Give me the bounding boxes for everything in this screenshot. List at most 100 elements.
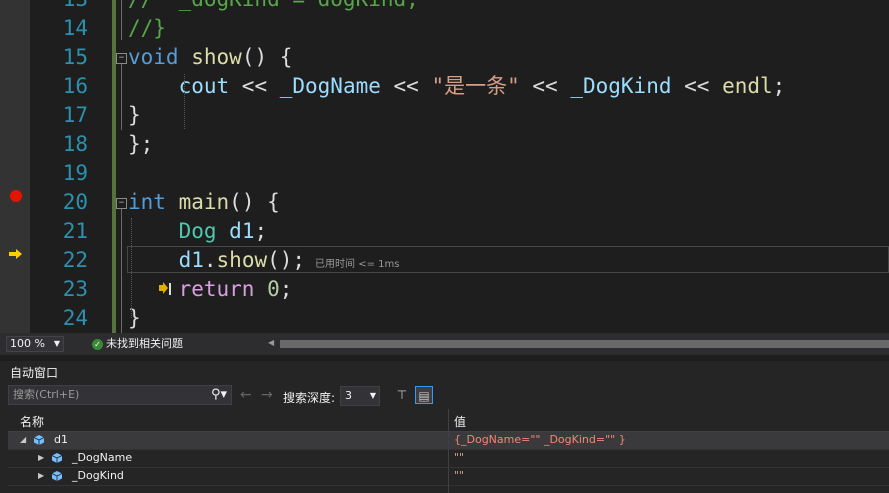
code-text: } xyxy=(128,304,141,333)
code-text: // _dogKind = dogKind; xyxy=(128,0,419,14)
scroll-left-icon[interactable]: ◀ xyxy=(268,338,274,347)
forward-arrow-icon[interactable]: → xyxy=(261,387,273,403)
zoom-value: 100 % xyxy=(10,337,45,350)
line-number: 16 xyxy=(62,74,88,98)
code-token: }; xyxy=(128,132,154,156)
search-depth-label: 搜索深度: xyxy=(283,391,336,405)
code-line[interactable]: 24} xyxy=(0,304,889,333)
code-text: }; xyxy=(128,130,153,159)
column-header-value[interactable]: 值 xyxy=(454,413,466,430)
editor-status-bar: 100 % ▼ ✓ 未找到相关问题 ◀ xyxy=(0,333,889,355)
check-circle-icon: ✓ xyxy=(92,338,103,350)
search-depth-value: 3 xyxy=(345,389,352,402)
chevron-down-icon: ▼ xyxy=(369,391,376,400)
code-token: 0 xyxy=(267,277,280,301)
code-line[interactable]: 14 //} xyxy=(0,14,889,43)
breakpoint-icon[interactable] xyxy=(10,190,22,202)
code-text: void show() { xyxy=(128,43,292,72)
variable-name: _DogKind xyxy=(72,469,124,482)
code-token: "是一条" xyxy=(431,74,520,98)
fold-guide xyxy=(121,209,122,333)
line-number: 22 xyxy=(62,248,88,272)
code-token: } xyxy=(128,103,141,127)
line-number: 23 xyxy=(62,277,88,301)
issues-indicator[interactable]: ✓ 未找到相关问题 xyxy=(92,337,183,351)
code-line[interactable]: 18}; xyxy=(0,130,889,159)
current-line-highlight xyxy=(127,246,889,273)
fold-toggle-show[interactable]: − xyxy=(116,53,127,64)
pin-icon[interactable]: ⊤ xyxy=(393,386,411,404)
code-token: _DogName xyxy=(279,74,381,98)
column-header-name[interactable]: 名称 xyxy=(20,413,44,430)
code-token: _DogKind xyxy=(570,74,672,98)
code-token: Dog xyxy=(178,219,217,243)
code-line[interactable]: 16 cout << _DogName << "是一条" << _DogKind… xyxy=(0,72,889,101)
code-token: << xyxy=(671,74,723,98)
code-token: () { xyxy=(229,190,280,214)
fold-guide xyxy=(121,64,122,130)
object-icon xyxy=(34,435,44,445)
code-text: } xyxy=(128,101,141,130)
code-token: ; xyxy=(279,277,293,301)
code-token: } xyxy=(128,306,141,330)
code-text: int main() { xyxy=(128,188,280,217)
code-token: //} xyxy=(128,16,166,40)
indent-guide xyxy=(184,74,185,129)
autos-grid: 名称 值 ◢ d1 {_DogName="" _DogKind="" } ▶ _DogN… xyxy=(8,409,889,493)
variable-value[interactable]: "" xyxy=(454,450,464,466)
search-icon[interactable]: ⚲▾ xyxy=(211,386,227,404)
line-number: 13 xyxy=(36,0,88,14)
fold-guide xyxy=(121,0,122,40)
code-token: ; xyxy=(254,219,268,243)
column-divider[interactable] xyxy=(448,409,449,493)
collapse-icon[interactable]: ◢ xyxy=(20,432,26,448)
run-to-cursor-icon[interactable] xyxy=(158,281,172,297)
search-placeholder: 搜索(Ctrl+E) xyxy=(13,388,80,401)
code-line[interactable]: 17} xyxy=(0,101,889,130)
code-line[interactable]: 19 xyxy=(0,159,889,188)
expand-icon[interactable]: ▶ xyxy=(38,450,44,466)
current-statement-arrow-icon xyxy=(9,249,22,259)
chevron-down-icon: ▼ xyxy=(53,339,60,348)
variable-value[interactable]: "" xyxy=(454,468,464,484)
view-columns-icon[interactable]: ▤ xyxy=(415,386,433,404)
line-number: 20 xyxy=(62,190,88,214)
code-token: // _dogKind = dogKind; xyxy=(128,0,419,11)
variable-value[interactable]: {_DogName="" _DogKind="" } xyxy=(454,432,626,448)
code-line[interactable]: 20 int main() { xyxy=(0,188,889,217)
code-token: ; xyxy=(772,74,786,98)
horizontal-scrollbar[interactable]: ◀ xyxy=(268,338,889,349)
code-editor[interactable]: 13 // _dogKind = dogKind; 14 //} 15 void show… xyxy=(0,0,889,333)
fold-toggle-main[interactable]: − xyxy=(116,198,127,209)
variable-name: d1 xyxy=(54,433,68,446)
line-number: 18 xyxy=(62,132,88,156)
search-input[interactable]: 搜索(Ctrl+E) ⚲▾ xyxy=(8,385,232,405)
scrollbar-thumb[interactable] xyxy=(280,340,889,348)
code-token: int xyxy=(128,190,166,214)
code-text: Dog d1; xyxy=(128,217,268,246)
code-text: //} xyxy=(128,14,166,43)
code-token: << xyxy=(229,74,280,98)
zoom-dropdown[interactable]: 100 % ▼ xyxy=(6,336,64,352)
field-icon xyxy=(52,471,62,481)
line-number: 17 xyxy=(62,103,88,127)
code-line[interactable]: 15 void show() { xyxy=(0,43,889,72)
issues-text: 未找到相关问题 xyxy=(106,337,183,350)
code-token: endl xyxy=(722,74,773,98)
back-arrow-icon[interactable]: ← xyxy=(240,387,252,403)
line-number: 24 xyxy=(62,306,88,330)
code-token: void xyxy=(128,45,179,69)
expand-icon[interactable]: ▶ xyxy=(38,468,44,484)
code-line[interactable]: 23 return 0; xyxy=(0,275,889,304)
code-line[interactable]: 13 // _dogKind = dogKind; xyxy=(0,0,889,14)
code-line[interactable]: 21 Dog d1; xyxy=(0,217,889,246)
search-depth-select[interactable]: 3 ▼ xyxy=(340,386,380,406)
panel-title: 自动窗口 xyxy=(10,366,59,380)
line-number: 19 xyxy=(62,161,88,185)
